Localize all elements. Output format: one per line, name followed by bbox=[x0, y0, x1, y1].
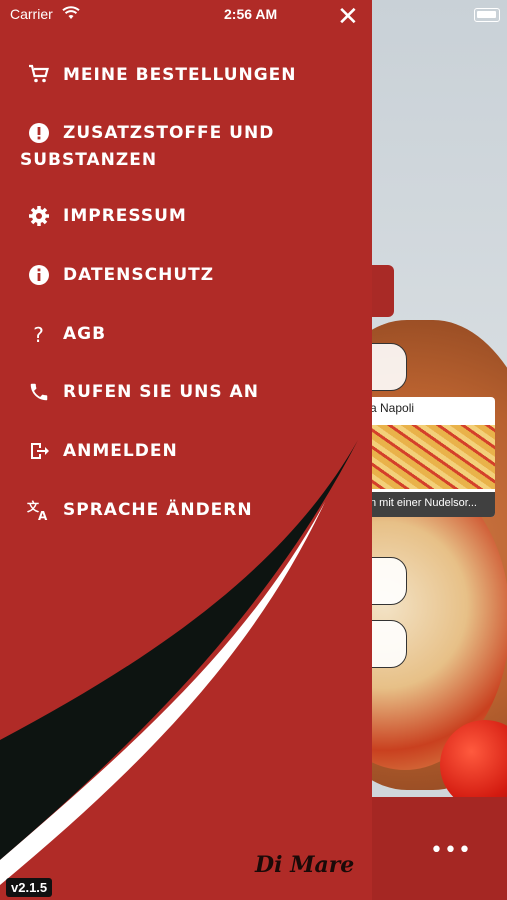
brand-logo: Di Mare bbox=[255, 852, 355, 878]
status-time: 2:56 AM bbox=[224, 6, 278, 22]
menu-item-label: ZUSATZSTOFFE UND bbox=[63, 123, 275, 143]
question-icon: ? bbox=[33, 323, 45, 347]
close-icon[interactable]: ✕ bbox=[337, 4, 359, 30]
product-card-image bbox=[370, 425, 495, 489]
carrier-label: Carrier bbox=[10, 6, 53, 22]
version-badge: v2.1.5 bbox=[6, 878, 53, 897]
menu-item-label: DATENSCHUTZ bbox=[63, 265, 215, 285]
cart-icon bbox=[26, 64, 52, 86]
menu-item-rufen-sie-uns-an[interactable]: RUFEN SIE UNS AN bbox=[26, 381, 259, 403]
menu-item-label: MEINE BESTELLUNGEN bbox=[63, 65, 297, 85]
battery-icon bbox=[474, 8, 500, 22]
menu-item-agb[interactable]: ? AGB bbox=[26, 323, 107, 347]
info-icon bbox=[26, 264, 52, 286]
menu-item-label: IMPRESSUM bbox=[63, 206, 187, 226]
wifi-icon bbox=[62, 6, 80, 24]
more-icon[interactable]: ••• bbox=[430, 838, 472, 863]
decorative-swoosh bbox=[0, 440, 358, 885]
menu-item-label: RUFEN SIE UNS AN bbox=[63, 382, 259, 402]
navigation-drawer: Carrier 2:56 AM ✕ MEINE BESTELLUNGEN ZUS… bbox=[0, 0, 372, 900]
phone-icon bbox=[26, 381, 52, 403]
menu-item-label-line2: SUBSTANZEN bbox=[20, 150, 158, 170]
menu-item-zusatzstoffe[interactable]: ZUSATZSTOFFE UND SUBSTANZEN bbox=[20, 122, 275, 170]
menu-item-label: AGB bbox=[63, 324, 107, 344]
status-bar: Carrier 2:56 AM bbox=[0, 0, 372, 30]
menu-item-meine-bestellungen[interactable]: MEINE BESTELLUNGEN bbox=[26, 64, 297, 86]
product-card-title: a Napoli bbox=[370, 401, 415, 415]
menu-item-impressum[interactable]: IMPRESSUM bbox=[26, 205, 187, 227]
gear-icon bbox=[26, 205, 52, 227]
menu-item-datenschutz[interactable]: DATENSCHUTZ bbox=[26, 264, 214, 286]
exclamation-icon bbox=[26, 122, 52, 144]
